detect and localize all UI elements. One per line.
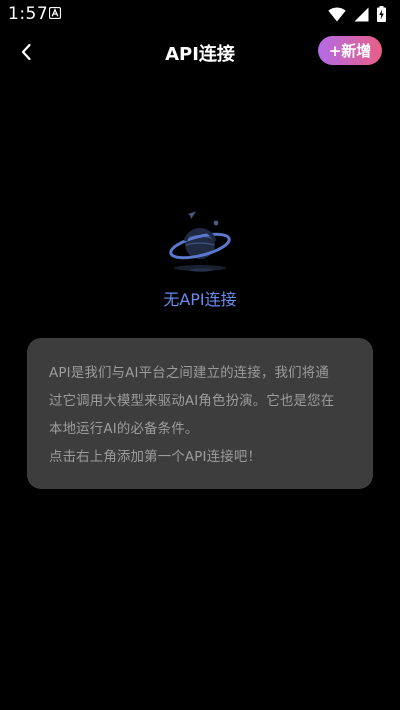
add-button[interactable]: +新增 <box>318 36 382 65</box>
status-bar: 1:57 <box>0 0 400 28</box>
info-line: API是我们与AI平台之间建立的连接，我们将通 <box>49 366 329 381</box>
cellular-signal-icon <box>354 7 369 21</box>
info-line: 本地运行AI的必备条件。 <box>49 422 199 437</box>
header: API连接 +新增 <box>0 30 400 74</box>
info-line: 点击右上角添加第一个API连接吧！ <box>49 450 262 465</box>
info-card: API是我们与AI平台之间建立的连接，我们将通 过它调用大模型来驱动AI角色扮演… <box>27 338 373 489</box>
info-line: 过它调用大模型来驱动AI角色扮演。它也是您在 <box>49 394 335 409</box>
status-icons <box>328 5 386 23</box>
a-letter-icon <box>49 7 61 19</box>
status-time: 1:57 <box>8 4 49 24</box>
planet-icon <box>169 211 231 272</box>
wifi-icon <box>328 7 346 21</box>
battery-charging-icon <box>377 6 386 22</box>
empty-state-text: 无API连接 <box>163 290 237 309</box>
